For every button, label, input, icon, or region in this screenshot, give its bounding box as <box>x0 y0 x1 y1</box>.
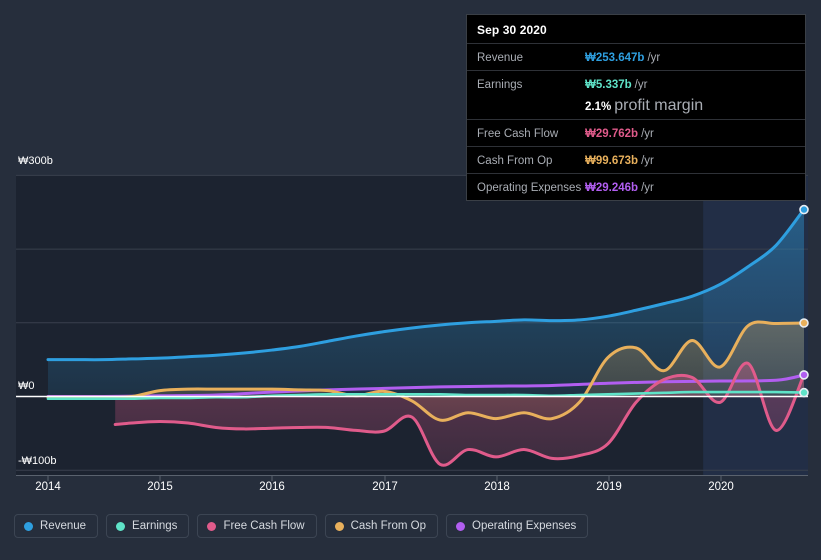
tooltip-row-value: ₩99.673b <box>585 155 639 167</box>
end-marker-earnings[interactable] <box>799 387 809 398</box>
tooltip-row-earnings: Earnings ₩5.337b/yr <box>467 70 805 97</box>
x-axis-label: 2018 <box>484 481 510 493</box>
tooltip-row-value: ₩253.647b <box>585 52 645 64</box>
tooltip-row-value: ₩29.246b <box>585 182 639 194</box>
tooltip-row-label: Revenue <box>477 52 524 64</box>
x-axis-label: 2014 <box>35 481 61 493</box>
tooltip-row-unit: /yr <box>641 155 654 167</box>
tooltip-row-cash-from-op: Cash From Op ₩99.673b/yr <box>467 146 805 173</box>
tooltip-row-label: Free Cash Flow <box>477 128 559 140</box>
y-axis-label: ₩0 <box>18 380 35 392</box>
tooltip-row-unit: /yr <box>641 128 654 140</box>
y-axis-label: ₩300b <box>18 155 53 167</box>
tooltip-row-value: ₩5.337b <box>585 79 632 91</box>
legend-item-operating-expenses[interactable]: Operating Expenses <box>446 514 589 538</box>
legend-item-label: Earnings <box>132 520 178 532</box>
end-marker-cash-from-op[interactable] <box>799 318 809 328</box>
dot-icon <box>334 521 344 531</box>
tooltip-row-free-cash-flow: Free Cash Flow ₩29.762b/yr <box>467 119 805 146</box>
legend-item-revenue[interactable]: Revenue <box>14 514 99 538</box>
x-axis-label: 2019 <box>596 481 622 493</box>
tooltip-row-label: Operating Expenses <box>477 182 582 194</box>
financial-chart-app: ₩300b ₩0 -₩100b 2014 2015 2016 2017 2018 2019 20… <box>0 0 821 560</box>
tooltip-profit-margin-value: 2.1% <box>585 101 612 113</box>
tooltip-row-unit: /yr <box>634 79 648 91</box>
legend-item-label: Revenue <box>40 520 87 532</box>
tooltip-date: Sep 30 2020 <box>477 23 547 37</box>
tooltip-row-operating-expenses: Operating Expenses ₩29.246b/yr <box>467 173 805 200</box>
legend-item-free-cash-flow[interactable]: Free Cash Flow <box>197 514 317 538</box>
end-marker-operating-expenses[interactable] <box>799 370 809 380</box>
x-axis-label: 2017 <box>372 481 398 493</box>
tooltip-row-revenue: Revenue ₩253.647b/yr <box>467 43 805 70</box>
tooltip-row-unit: /yr <box>647 52 661 64</box>
x-axis-label: 2020 <box>708 481 734 493</box>
tooltip-row-label: Earnings <box>477 79 523 91</box>
tooltip-rows: Revenue ₩253.647b/yr Earnings ₩5.337b/yr 2.1… <box>467 43 805 200</box>
dot-icon <box>456 521 466 531</box>
dot-icon <box>116 521 126 531</box>
legend-item-label: Operating Expenses <box>472 520 577 532</box>
chart-tooltip: Sep 30 2020 Revenue ₩253.647b/yr Earnings ₩… <box>466 14 806 201</box>
tooltip-row-unit: /yr <box>641 182 654 194</box>
legend-item-label: Free Cash Flow <box>223 520 305 532</box>
legend-item-cash-from-op[interactable]: Cash From Op <box>324 514 439 538</box>
dot-icon <box>24 521 33 531</box>
x-axis-label: 2015 <box>147 481 173 493</box>
tooltip-row-value: ₩29.762b <box>585 128 639 140</box>
legend-item-label: Cash From Op <box>350 520 427 532</box>
legend-item-earnings[interactable]: Earnings <box>106 514 190 538</box>
tooltip-profit-margin-row: 2.1% profit margin <box>467 97 805 119</box>
chart-legend[interactable]: Revenue Earnings Free Cash Flow Cash From O… <box>14 514 589 538</box>
tooltip-row-label: Cash From Op <box>477 155 553 167</box>
tooltip-profit-margin-label: profit margin <box>614 97 704 114</box>
dot-icon <box>207 521 217 531</box>
y-axis-label: -₩100b <box>18 455 57 467</box>
x-axis-label: 2016 <box>259 481 285 493</box>
end-marker-revenue[interactable] <box>799 204 809 215</box>
